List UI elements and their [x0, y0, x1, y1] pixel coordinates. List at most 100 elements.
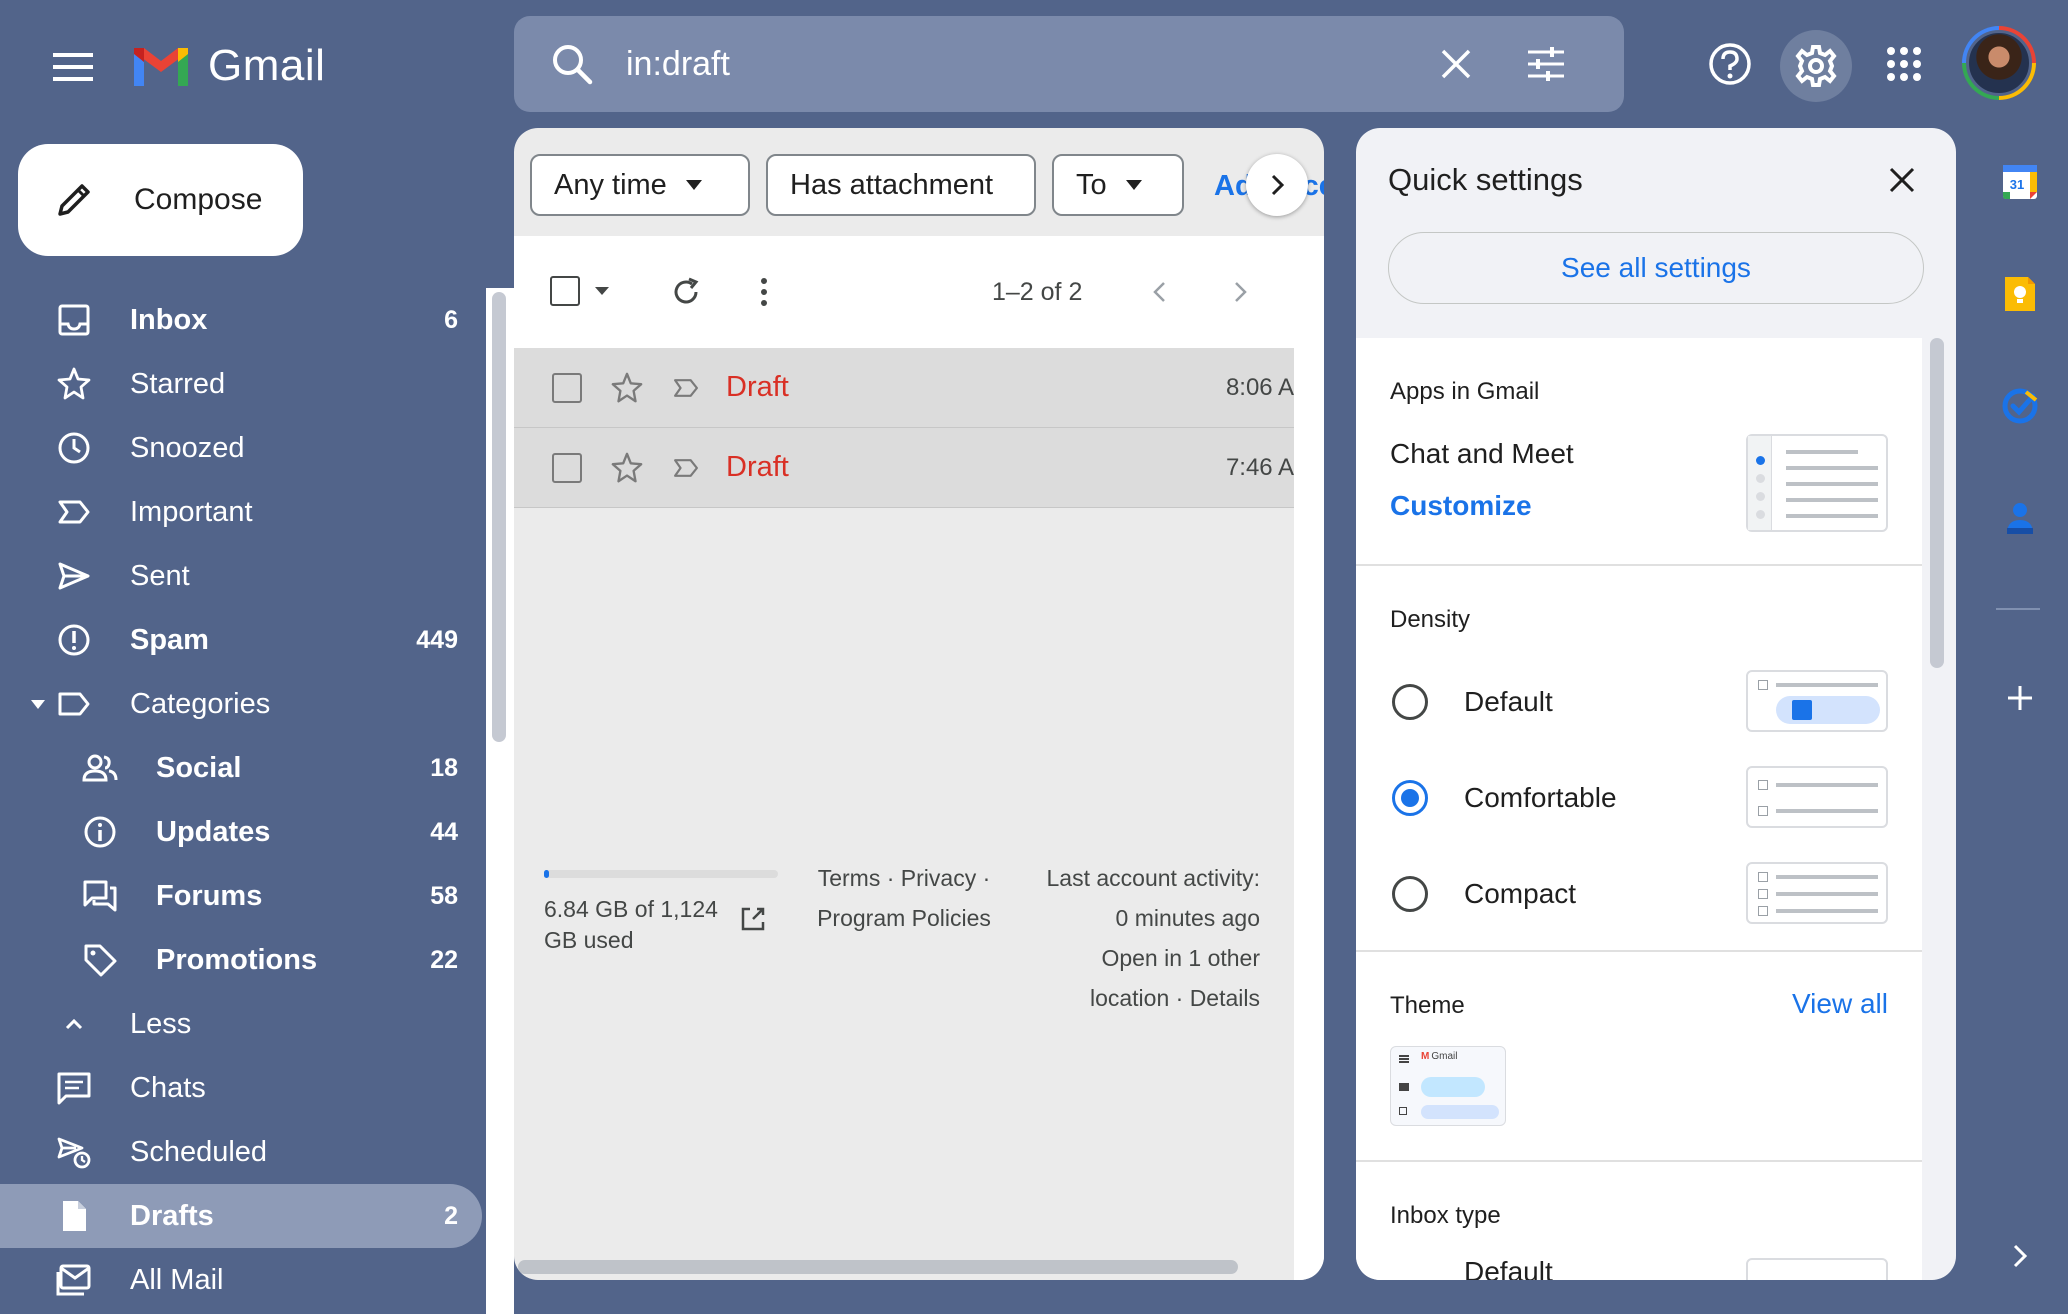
search-icon[interactable]: [550, 42, 594, 86]
chevron-left-icon[interactable]: [1150, 280, 1170, 304]
show-side-panel-button[interactable]: [1996, 1232, 2044, 1280]
hamburger-icon: [53, 53, 93, 81]
see-all-settings-button[interactable]: See all settings: [1388, 232, 1924, 304]
important-marker-icon[interactable]: [670, 374, 702, 402]
customize-link[interactable]: Customize: [1390, 490, 1532, 522]
nav-label: Less: [130, 1007, 192, 1040]
nav-item-promotions[interactable]: Promotions 22: [0, 928, 482, 992]
more-vert-icon[interactable]: [760, 276, 768, 308]
nav-item-inbox[interactable]: Inbox 6: [0, 288, 482, 352]
nav-item-categories[interactable]: Categories: [0, 672, 482, 736]
nav-item-starred[interactable]: Starred: [0, 352, 482, 416]
filter-to[interactable]: To: [1052, 154, 1184, 216]
nav-item-forums[interactable]: Forums 58: [0, 864, 482, 928]
star-icon[interactable]: [610, 371, 644, 405]
thumb-checkbox: [1758, 889, 1768, 899]
caret-down-icon[interactable]: [30, 698, 46, 710]
compose-label: Compose: [134, 183, 263, 216]
quick-settings-panel: Quick settings See all settings Apps in …: [1356, 128, 1956, 1280]
tasks-app-button[interactable]: [1996, 382, 2044, 430]
radio-default[interactable]: [1392, 684, 1428, 720]
message-sender: Draft: [726, 451, 789, 483]
row-checkbox[interactable]: [552, 372, 582, 403]
filter-has-attachment[interactable]: Has attachment: [766, 154, 1036, 216]
select-all-checkbox[interactable]: [550, 276, 580, 306]
sidebar-scrollbar-thumb[interactable]: [492, 292, 506, 742]
message-sender: Draft: [726, 371, 789, 403]
send-icon: [58, 562, 90, 590]
filters-scroll-next-button[interactable]: [1246, 154, 1308, 216]
thumb-checkbox: [1758, 780, 1768, 790]
draft-icon: [63, 1201, 86, 1231]
thumb-line: [1786, 514, 1878, 518]
radio-comfortable[interactable]: [1392, 780, 1428, 816]
filter-any-time[interactable]: Any time: [530, 154, 750, 216]
horizontal-scrollbar-thumb[interactable]: [518, 1260, 1238, 1274]
nav-item-important[interactable]: Important: [0, 480, 482, 544]
side-divider: [1996, 608, 2040, 610]
message-row[interactable]: Draft 7:46 A: [514, 428, 1294, 508]
select-dropdown-icon[interactable]: [594, 286, 610, 296]
quick-settings-close-button[interactable]: [1880, 158, 1924, 202]
nav-label: Categories: [130, 687, 271, 720]
support-button[interactable]: [1696, 30, 1764, 98]
chevron-right-icon: [2013, 1244, 2028, 1268]
contacts-app-button[interactable]: [1996, 494, 2044, 542]
storage-usage: 6.84 GB of 1,124 GB used: [544, 896, 718, 953]
density-option-default[interactable]: Default: [1356, 662, 1922, 742]
radio-compact[interactable]: [1392, 876, 1428, 912]
privacy-link[interactable]: Privacy: [901, 865, 976, 891]
calendar-app-button[interactable]: 31: [1996, 158, 2044, 206]
nav-item-spam[interactable]: Spam 449: [0, 608, 482, 672]
apps-grid-icon: [1887, 47, 1921, 81]
nav-item-all-mail[interactable]: All Mail: [0, 1248, 482, 1312]
search-bar[interactable]: [514, 16, 1624, 112]
activity-line: Open in 1 other: [1101, 945, 1260, 971]
star-icon[interactable]: [610, 451, 644, 485]
compose-button[interactable]: Compose: [18, 144, 303, 256]
important-marker-icon[interactable]: [670, 454, 702, 482]
density-option-compact[interactable]: Compact: [1356, 854, 1922, 934]
open-in-new-icon[interactable]: [740, 906, 766, 932]
search-options-button[interactable]: [1516, 34, 1576, 94]
terms-link[interactable]: Terms: [818, 865, 881, 891]
message-row[interactable]: Draft 8:06 A: [514, 348, 1294, 428]
inbox-type-option[interactable]: Default: [1464, 1256, 1553, 1280]
density-label: Default: [1464, 686, 1553, 717]
gmail-logo[interactable]: Gmail: [130, 38, 325, 94]
account-avatar[interactable]: [1962, 26, 2036, 100]
nav-label: Chats: [130, 1071, 206, 1104]
nav-item-sent[interactable]: Sent: [0, 544, 482, 608]
details-link[interactable]: Details: [1190, 985, 1260, 1011]
nav-item-snoozed[interactable]: Snoozed: [0, 416, 482, 480]
quick-settings-scrollbar-thumb[interactable]: [1930, 338, 1944, 668]
nav-label: Social: [156, 751, 242, 784]
main-menu-button[interactable]: [40, 34, 106, 100]
settings-button[interactable]: [1780, 30, 1852, 102]
google-apps-button[interactable]: [1870, 30, 1938, 98]
filter-label: Any time: [554, 168, 667, 201]
nav-item-chats[interactable]: Chats: [0, 1056, 482, 1120]
refresh-icon[interactable]: [670, 276, 702, 308]
row-checkbox[interactable]: [552, 452, 582, 483]
nav-label: Drafts: [130, 1199, 214, 1232]
nav-label: Forums: [156, 879, 263, 912]
get-addons-button[interactable]: [1996, 674, 2044, 722]
filter-label: Has attachment: [790, 168, 994, 201]
nav-item-scheduled[interactable]: Scheduled: [0, 1120, 482, 1184]
clear-search-button[interactable]: [1426, 34, 1486, 94]
nav-item-drafts[interactable]: Drafts 2: [0, 1184, 482, 1248]
chevron-right-icon[interactable]: [1230, 280, 1250, 304]
keep-app-button[interactable]: [1996, 270, 2044, 318]
search-input[interactable]: [626, 44, 1406, 84]
theme-thumbnail[interactable]: M Gmail: [1390, 1046, 1506, 1126]
view-all-themes-link[interactable]: View all: [1792, 988, 1888, 1020]
nav-item-less[interactable]: Less: [0, 992, 482, 1056]
thumb-dot: [1756, 510, 1765, 519]
nav-item-social[interactable]: Social 18: [0, 736, 482, 800]
density-option-comfortable[interactable]: Comfortable: [1356, 758, 1922, 838]
all-mail-icon: [56, 1264, 91, 1296]
nav-item-updates[interactable]: Updates 44: [0, 800, 482, 864]
nav-count: 22: [430, 945, 458, 974]
program-policies-link[interactable]: Program Policies: [817, 905, 991, 931]
